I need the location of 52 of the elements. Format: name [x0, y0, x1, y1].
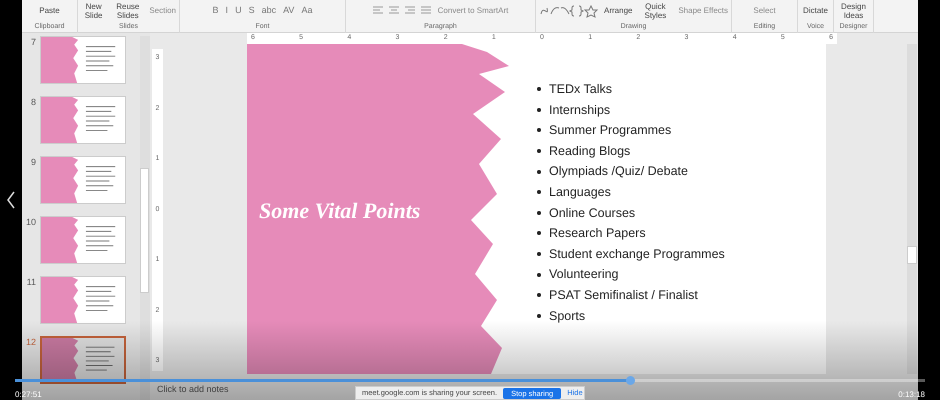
bullet-item: Sports	[537, 306, 725, 326]
ribbon-button[interactable]: Dictate	[803, 6, 828, 15]
slide-thumbnail[interactable]	[40, 216, 126, 264]
chevron-left-icon[interactable]	[6, 191, 16, 209]
bullet-item: Volunteering	[537, 264, 725, 285]
shapes-gallery[interactable]	[539, 4, 599, 18]
ribbon-button[interactable]: Quick Styles	[637, 2, 674, 20]
bullet-item: Summer Programmes	[537, 120, 725, 141]
format-button[interactable]: U	[234, 4, 243, 18]
bullet-item: PSAT Semifinalist / Finalist	[537, 284, 725, 306]
format-button[interactable]: AV	[282, 4, 296, 18]
bullet-item: Internships	[537, 100, 725, 120]
ribbon-button[interactable]: Arrange	[604, 6, 632, 15]
notes-field[interactable]: Click to add notes	[150, 384, 229, 395]
ribbon-button[interactable]: Convert to SmartArt	[438, 4, 508, 16]
slide-thumbnail[interactable]	[40, 276, 126, 324]
ribbon-button[interactable]: Paste	[39, 6, 60, 15]
scrollbar[interactable]	[140, 36, 150, 400]
ribbon-button[interactable]: Select	[753, 4, 776, 16]
slide-number: 10	[24, 216, 37, 229]
alignment-icons	[372, 4, 433, 16]
slide-number: 11	[26, 276, 37, 289]
ribbon-button[interactable]: Section	[149, 4, 176, 16]
slide-thumbnail[interactable]	[40, 36, 126, 84]
progress-bar[interactable]	[15, 379, 925, 382]
scrollbar-thumb[interactable]	[140, 168, 149, 293]
slide-thumbnail[interactable]	[40, 156, 126, 204]
slide-thumbnail[interactable]	[40, 96, 126, 144]
slide-thumbnail[interactable]	[40, 336, 126, 384]
slide-number: 9	[30, 156, 37, 169]
ribbon-button[interactable]: Reuse Slides	[111, 2, 144, 20]
bullet-item: Online Courses	[537, 202, 725, 224]
bullet-item: Research Papers	[537, 223, 725, 244]
ribbon-button[interactable]: Design Ideas	[837, 2, 870, 20]
slide-number: 7	[30, 36, 37, 49]
ribbon-button[interactable]: New Slide	[81, 2, 106, 20]
ribbon-button[interactable]: Shape Effects	[678, 4, 728, 16]
slide-title: Some Vital Points	[259, 197, 420, 225]
format-button[interactable]: abc	[260, 4, 278, 18]
slide-number: 8	[30, 96, 37, 109]
bullet-item: Student exchange Programmes	[537, 244, 725, 264]
bullet-item: TEDx Talks	[537, 79, 725, 100]
format-button[interactable]: S	[248, 4, 256, 18]
scrollbar[interactable]	[907, 44, 917, 374]
scrollbar-thumb[interactable]	[907, 246, 917, 264]
bullet-item: Languages	[537, 182, 725, 203]
bullet-item: Olympiads /Quiz/ Debate	[537, 161, 725, 182]
bullet-item: Reading Blogs	[537, 140, 725, 162]
format-button[interactable]: Aa	[300, 4, 314, 18]
format-button[interactable]: B	[212, 4, 220, 18]
slide-number: 12	[24, 336, 37, 349]
format-button[interactable]: I	[224, 4, 230, 18]
